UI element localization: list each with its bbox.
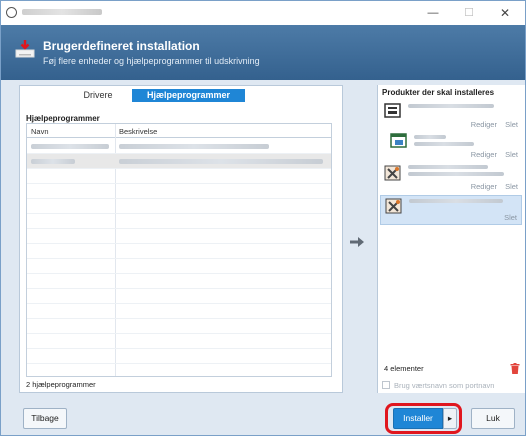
edit-link[interactable]: Rediger bbox=[471, 120, 497, 129]
edit-link[interactable]: Rediger bbox=[471, 182, 497, 191]
table-row-empty bbox=[27, 259, 331, 274]
right-arrow-icon[interactable] bbox=[350, 237, 364, 247]
tab-bar: Drivere Hjælpeprogrammer bbox=[20, 86, 342, 104]
wizard-subtitle: Føj flere enheder og hjælpeprogrammer ti… bbox=[43, 56, 260, 66]
table-row-empty bbox=[27, 304, 331, 319]
product-actions: Rediger Slet bbox=[465, 120, 518, 129]
row-name-redacted bbox=[31, 144, 109, 149]
table-row-empty bbox=[27, 319, 331, 334]
delete-link[interactable]: Slet bbox=[505, 120, 518, 129]
installer-icon bbox=[15, 40, 35, 58]
tools-icon bbox=[385, 198, 402, 214]
tab-drivers[interactable]: Drivere bbox=[58, 89, 138, 102]
row-name-redacted bbox=[31, 159, 75, 164]
edit-link[interactable]: Rediger bbox=[471, 150, 497, 159]
column-header-name[interactable]: Navn bbox=[31, 127, 49, 136]
row-description-redacted bbox=[119, 144, 269, 149]
products-count: 4 elementer bbox=[384, 364, 424, 373]
delete-link[interactable]: Slet bbox=[505, 150, 518, 159]
tools-icon bbox=[384, 165, 401, 181]
button-bar: Tilbage Installer ▸ Luk bbox=[1, 397, 525, 435]
table-row[interactable] bbox=[27, 139, 331, 154]
product-item[interactable]: Rediger Slet bbox=[380, 163, 522, 193]
hostname-checkbox-label: Brug værtsnavn som portnavn bbox=[394, 381, 495, 390]
product-name-redacted bbox=[409, 199, 503, 203]
product-detail-redacted bbox=[408, 172, 504, 176]
product-item[interactable]: Rediger Slet bbox=[380, 131, 522, 161]
product-name-redacted bbox=[414, 135, 446, 139]
app-icon bbox=[6, 7, 17, 18]
table-row-empty bbox=[27, 229, 331, 244]
maximize-button[interactable]: ☐ bbox=[451, 1, 487, 25]
installer-window: — ☐ ✕ Brugerdefineret installation Føj f… bbox=[0, 0, 526, 436]
product-name-redacted bbox=[408, 165, 488, 169]
table-row-empty bbox=[27, 334, 331, 349]
section-label: Hjælpeprogrammer bbox=[26, 114, 100, 123]
row-description-redacted bbox=[119, 159, 323, 164]
wizard-title: Brugerdefineret installation bbox=[43, 39, 200, 53]
product-actions: Rediger Slet bbox=[465, 182, 518, 191]
product-item-selected[interactable]: Slet bbox=[380, 195, 522, 225]
table-row-empty bbox=[27, 274, 331, 289]
utilities-panel: Drivere Hjælpeprogrammer Hjælpeprogramme… bbox=[19, 85, 343, 393]
table-row-empty bbox=[27, 184, 331, 199]
table-row-selected[interactable] bbox=[27, 154, 331, 169]
utilities-table: Navn Beskrivelse bbox=[26, 123, 332, 377]
table-row-empty bbox=[27, 214, 331, 229]
close-window-button[interactable]: ✕ bbox=[487, 1, 523, 25]
back-button[interactable]: Tilbage bbox=[23, 408, 67, 429]
table-header: Navn Beskrivelse bbox=[27, 124, 331, 138]
delete-link[interactable]: Slet bbox=[504, 213, 517, 222]
table-row-empty bbox=[27, 244, 331, 259]
products-panel: Produkter der skal installeres Rediger S… bbox=[377, 85, 525, 393]
hostname-option: Brug værtsnavn som portnavn bbox=[382, 381, 494, 390]
product-detail-redacted bbox=[414, 142, 474, 146]
table-row-empty bbox=[27, 349, 331, 364]
window-app-icon bbox=[390, 133, 407, 148]
install-dropdown-button[interactable]: ▸ bbox=[443, 408, 457, 429]
products-title: Produkter der skal installeres bbox=[382, 88, 495, 97]
hostname-checkbox[interactable] bbox=[382, 381, 390, 389]
table-row-empty bbox=[27, 199, 331, 214]
printer-driver-icon bbox=[384, 103, 401, 118]
utilities-count: 2 hjælpeprogrammer bbox=[26, 380, 96, 389]
column-header-description[interactable]: Beskrivelse bbox=[119, 127, 157, 136]
delete-link[interactable]: Slet bbox=[505, 182, 518, 191]
close-button[interactable]: Luk bbox=[471, 408, 515, 429]
install-button[interactable]: Installer bbox=[393, 408, 443, 429]
window-title-redacted bbox=[22, 9, 102, 15]
minimize-button[interactable]: — bbox=[415, 1, 451, 25]
product-actions: Rediger Slet bbox=[465, 150, 518, 159]
product-name-redacted bbox=[408, 104, 494, 108]
table-row-empty bbox=[27, 289, 331, 304]
product-item[interactable]: Rediger Slet bbox=[380, 101, 522, 131]
wizard-header: Brugerdefineret installation Føj flere e… bbox=[1, 25, 525, 80]
table-row-empty bbox=[27, 169, 331, 184]
title-bar: — ☐ ✕ bbox=[1, 1, 525, 25]
tab-utilities[interactable]: Hjælpeprogrammer bbox=[132, 89, 245, 102]
product-actions: Slet bbox=[498, 213, 517, 222]
trash-icon[interactable] bbox=[510, 363, 520, 374]
